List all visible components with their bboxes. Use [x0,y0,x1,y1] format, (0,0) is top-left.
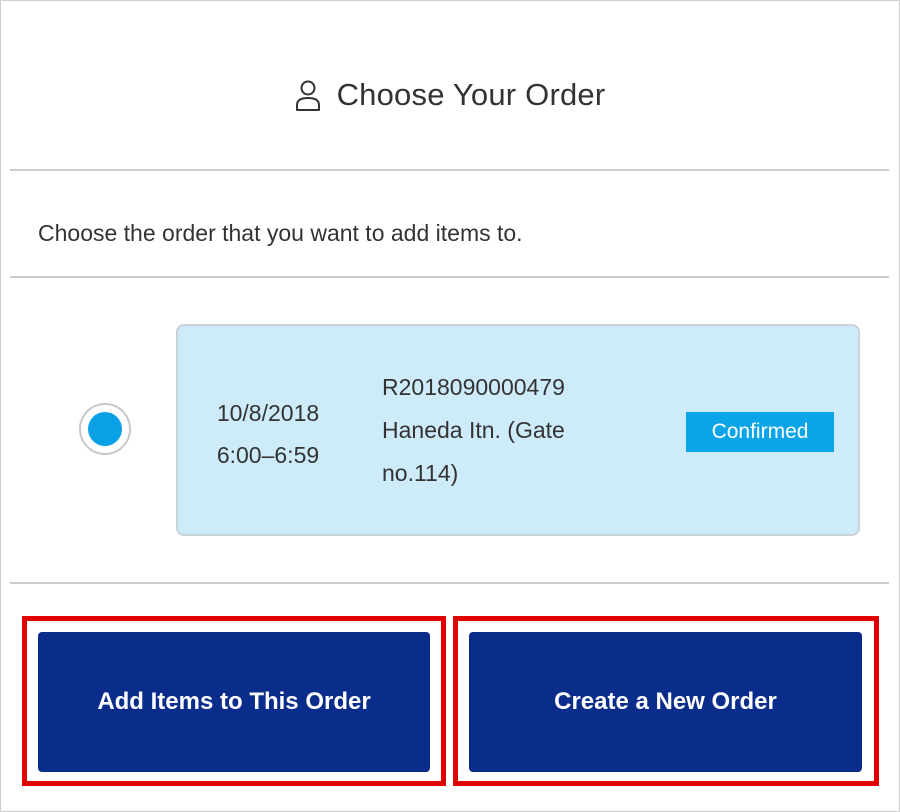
add-items-button[interactable]: Add Items to This Order [38,632,430,772]
divider [10,582,889,584]
page-title: Choose Your Order [336,77,606,112]
divider [10,169,889,171]
order-time: 6:00–6:59 [216,442,320,468]
order-date: 10/8/2018 [216,400,320,426]
order-location-line1: Haneda Itn. (Gate [382,417,565,443]
status-badge: Confirmed [686,412,834,452]
order-datetime: 10/8/2018 6:00–6:59 [206,392,330,476]
instruction-text: Choose the order that you want to add it… [38,220,523,246]
create-new-order-button[interactable]: Create a New Order [469,632,862,772]
order-location-line2: no.114) [382,460,459,486]
page-header: Choose Your Order [0,60,900,130]
order-card[interactable]: 10/8/2018 6:00–6:59 R2018090000479 Haned… [176,324,860,536]
order-number: R2018090000479 [382,374,565,400]
user-icon [295,80,320,111]
radio-selected-dot [88,412,122,446]
divider [10,276,889,278]
order-radio-button[interactable] [79,403,131,455]
order-info: R2018090000479 Haneda Itn. (Gate no.114) [382,366,612,495]
